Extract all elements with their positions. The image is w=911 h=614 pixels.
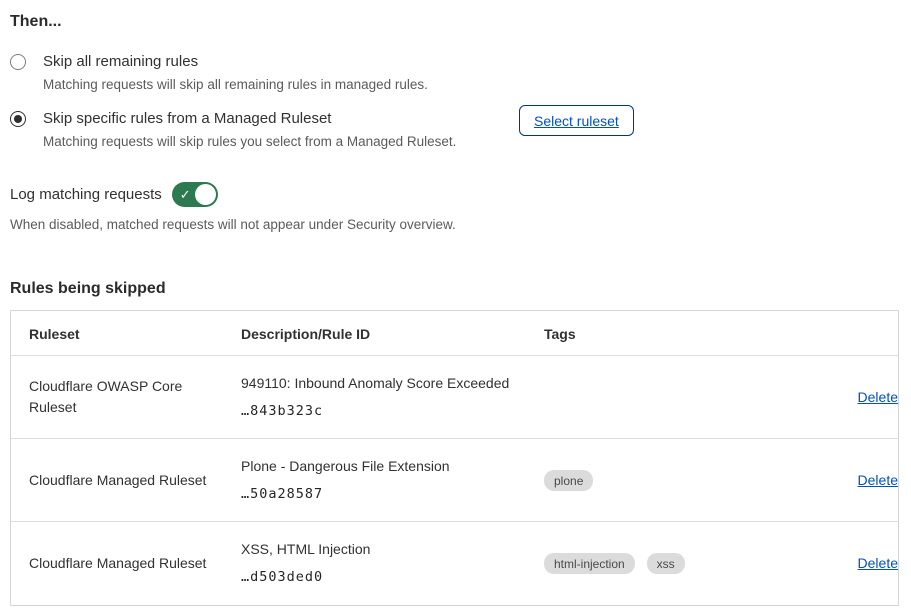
- rule-id: …50a28587: [241, 484, 526, 505]
- actions-cell: Delete: [794, 439, 898, 522]
- delete-link[interactable]: Delete: [858, 555, 898, 571]
- description-cell: 949110: Inbound Anomaly Score Exceeded ……: [223, 356, 526, 439]
- radio-option-skip-all-rules[interactable]: Skip all remaining rules Matching reques…: [10, 52, 900, 94]
- option-description: Matching requests will skip rules you se…: [43, 133, 456, 151]
- rule-id: …843b323c: [241, 401, 526, 422]
- option-label: Skip all remaining rules: [43, 52, 428, 71]
- ruleset-cell: Cloudflare Managed Ruleset: [11, 522, 223, 605]
- tags-cell: [526, 356, 794, 439]
- select-ruleset-button[interactable]: Select ruleset: [519, 105, 634, 136]
- skipped-rules-table: Ruleset Description/Rule ID Tags Cloudfl…: [10, 310, 899, 606]
- rule-description: Plone - Dangerous File Extension: [241, 456, 526, 477]
- waf-rule-action-panel: Then... Skip all remaining rules Matchin…: [0, 0, 911, 606]
- actions-cell: Delete: [794, 522, 898, 605]
- column-header-tags: Tags: [526, 311, 794, 356]
- option-skip-all-row: Skip all remaining rules Matching reques…: [10, 52, 900, 94]
- option-skip-specific-row: Skip specific rules from a Managed Rules…: [10, 109, 900, 151]
- rule-description: XSS, HTML Injection: [241, 539, 526, 560]
- rule-id: …d503ded0: [241, 567, 526, 588]
- column-header-actions: [794, 311, 898, 356]
- tag-badge: html-injection: [544, 553, 635, 574]
- log-requests-toggle[interactable]: ✓: [172, 182, 218, 207]
- log-matching-requests-label: Log matching requests: [10, 186, 162, 203]
- then-heading: Then...: [10, 12, 900, 31]
- log-requests-description: When disabled, matched requests will not…: [10, 216, 900, 234]
- check-icon: ✓: [180, 188, 191, 201]
- tags-cell: html-injection xss: [526, 522, 794, 605]
- ruleset-cell: Cloudflare OWASP Core Ruleset: [11, 356, 223, 439]
- description-cell: XSS, HTML Injection …d503ded0: [223, 522, 526, 605]
- action-radio-group: Skip all remaining rules Matching reques…: [10, 52, 900, 151]
- tags-cell: plone: [526, 439, 794, 522]
- table-row: Cloudflare OWASP Core Ruleset 949110: In…: [11, 356, 898, 439]
- option-label: Skip specific rules from a Managed Rules…: [43, 109, 456, 128]
- table-row: Cloudflare Managed Ruleset XSS, HTML Inj…: [11, 522, 898, 605]
- column-header-ruleset: Ruleset: [11, 311, 223, 356]
- toggle-knob[interactable]: [195, 184, 216, 205]
- delete-link[interactable]: Delete: [858, 389, 898, 405]
- tag-badge: plone: [544, 470, 593, 491]
- log-matching-requests-block: Log matching requests ✓ When disabled, m…: [10, 182, 900, 234]
- ruleset-cell: Cloudflare Managed Ruleset: [11, 439, 223, 522]
- radio-option-skip-specific-rules[interactable]: Skip specific rules from a Managed Rules…: [10, 109, 900, 151]
- rule-description: 949110: Inbound Anomaly Score Exceeded: [241, 373, 526, 394]
- radio-selected-icon[interactable]: [10, 111, 26, 127]
- radio-unselected-icon[interactable]: [10, 54, 26, 70]
- rules-being-skipped-heading: Rules being skipped: [10, 279, 900, 298]
- delete-link[interactable]: Delete: [858, 472, 898, 488]
- description-cell: Plone - Dangerous File Extension …50a285…: [223, 439, 526, 522]
- actions-cell: Delete: [794, 356, 898, 439]
- tag-badge: xss: [647, 553, 685, 574]
- column-header-description-rule-id: Description/Rule ID: [223, 311, 526, 356]
- table-row: Cloudflare Managed Ruleset Plone - Dange…: [11, 439, 898, 522]
- table-header-row: Ruleset Description/Rule ID Tags: [11, 311, 898, 356]
- option-description: Matching requests will skip all remainin…: [43, 76, 428, 94]
